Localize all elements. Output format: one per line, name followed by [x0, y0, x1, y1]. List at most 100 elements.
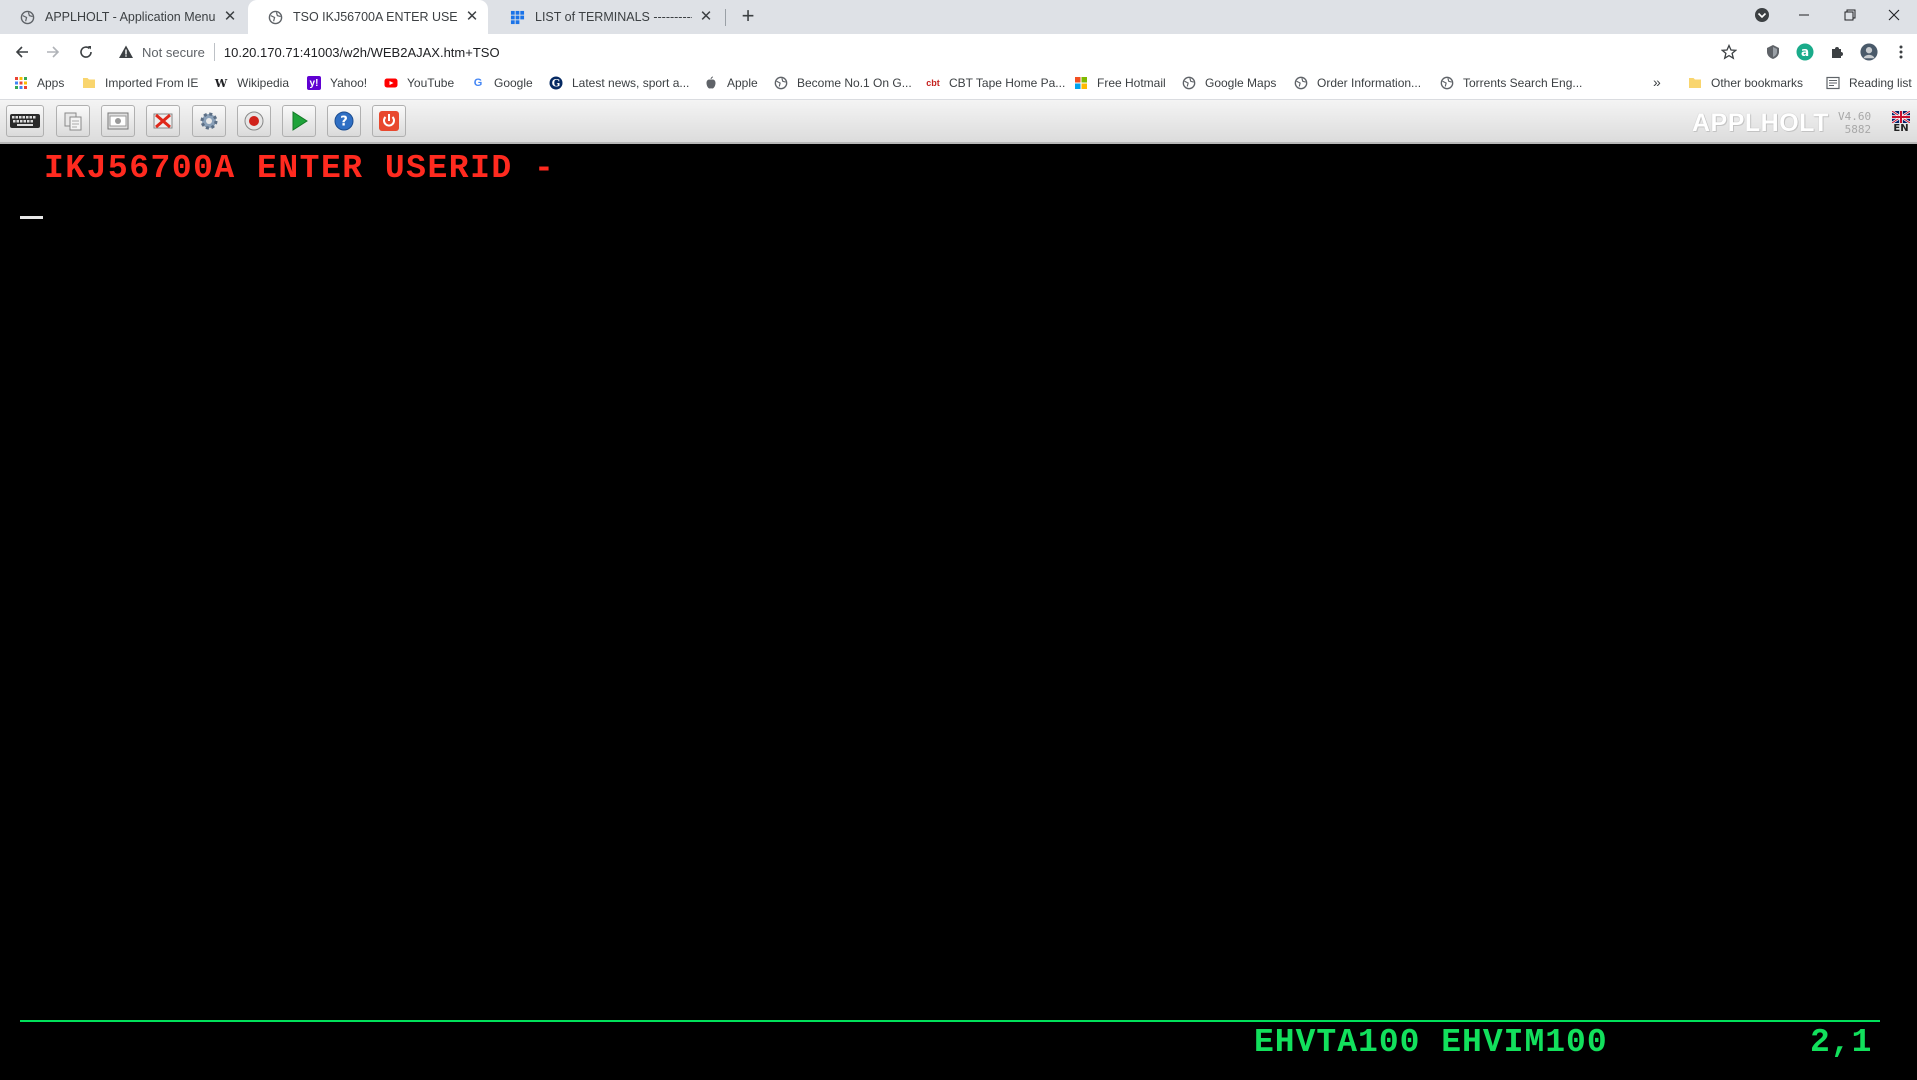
bookmarks-overflow-button[interactable]: »	[1653, 74, 1661, 90]
address-bar[interactable]: Not secure 10.20.170.71:41003/w2h/WEB2AJ…	[108, 38, 1748, 66]
bookmark-label: Reading list	[1849, 76, 1912, 90]
bookmark-label: Free Hotmail	[1097, 76, 1166, 90]
folder-icon	[83, 78, 95, 88]
close-tab-icon[interactable]: ✕	[222, 9, 238, 25]
folder-icon	[1689, 78, 1701, 88]
reading-list-icon	[1826, 76, 1840, 90]
tab-list-of-terminals[interactable]: LIST of TERMINALS ---------------- ✕	[490, 0, 722, 34]
extension-shield-button[interactable]	[1764, 43, 1782, 61]
reading-list-button[interactable]: Reading list	[1826, 76, 1912, 90]
minimize-button[interactable]	[1782, 0, 1826, 30]
app-version: V4.60 5882	[1838, 110, 1871, 136]
bookmark-label: CBT Tape Home Pa...	[949, 76, 1066, 90]
copy-button[interactable]	[56, 105, 90, 137]
security-status[interactable]: Not secure	[142, 45, 205, 60]
bookmark-label: Apps	[37, 76, 65, 90]
record-button[interactable]	[237, 105, 271, 137]
close-window-button[interactable]	[1872, 0, 1916, 30]
back-button[interactable]	[10, 40, 34, 64]
settings-button[interactable]	[192, 105, 226, 137]
profile-button[interactable]	[1860, 43, 1878, 61]
screenshot-button[interactable]	[101, 105, 135, 137]
avatar-icon	[1860, 43, 1878, 61]
arrow-left-icon	[15, 46, 28, 58]
bookmark-google-maps[interactable]: Google Maps	[1182, 76, 1276, 90]
power-button[interactable]	[372, 105, 406, 137]
terminal-screen[interactable]: IKJ56700A ENTER USERID - EHVTA100 EHVIM1…	[0, 144, 1917, 1080]
bookmark-apps[interactable]: Apps	[14, 76, 64, 90]
bookmark-wikipedia[interactable]: W Wikipedia	[214, 76, 289, 90]
version-number: V4.60	[1838, 110, 1872, 123]
forward-button[interactable]	[41, 40, 65, 64]
new-tab-button[interactable]: +	[736, 5, 760, 29]
app-brand-logo: APPLHOLT	[1692, 109, 1829, 137]
arrow-right-icon	[47, 46, 60, 58]
kebab-menu-icon	[1899, 45, 1903, 59]
disconnect-button[interactable]	[146, 105, 180, 137]
terminal-toolbar: ?	[0, 100, 1917, 144]
restore-icon	[1844, 9, 1856, 21]
bookmark-label: Google	[494, 76, 533, 90]
bookmark-latest-news[interactable]: G Latest news, sport a...	[549, 76, 689, 90]
extension-a-button[interactable]: a	[1796, 43, 1814, 61]
bookmark-order-information[interactable]: Order Information...	[1294, 76, 1421, 90]
globe-icon	[1440, 76, 1454, 90]
cbt-icon: cbt	[926, 78, 940, 88]
chevron-down-icon	[1755, 8, 1769, 22]
bookmark-label: Torrents Search Eng...	[1463, 76, 1583, 90]
wikipedia-icon: W	[214, 76, 228, 90]
bookmark-star-button[interactable]	[1720, 43, 1738, 61]
play-button[interactable]	[282, 105, 316, 137]
apps-grid-icon	[15, 77, 27, 89]
bookmark-label: Yahoo!	[330, 76, 368, 90]
browser-menu-button[interactable]	[1892, 43, 1910, 61]
disconnect-icon	[153, 113, 173, 129]
other-bookmarks-folder[interactable]: Other bookmarks	[1688, 76, 1803, 90]
url-text[interactable]: 10.20.170.71:41003/w2h/WEB2AJAX.htm+TSO	[224, 45, 500, 60]
help-button[interactable]: ?	[327, 105, 361, 137]
userid-prompt: IKJ56700A ENTER USERID -	[44, 150, 556, 187]
tab-search-button[interactable]	[1740, 0, 1784, 30]
reload-button[interactable]	[74, 40, 98, 64]
bookmark-cbt-tape[interactable]: cbt CBT Tape Home Pa...	[926, 76, 1065, 90]
close-tab-icon[interactable]: ✕	[698, 9, 714, 25]
input-cursor[interactable]	[20, 216, 43, 219]
extensions-button[interactable]	[1828, 43, 1846, 61]
reload-icon	[80, 46, 92, 58]
bookmark-label: Imported From IE	[105, 76, 199, 90]
bookmarks-bar: Apps Imported From IE W Wikipedia y! Yah…	[0, 70, 1917, 100]
globe-icon	[268, 10, 283, 24]
bookmark-youtube[interactable]: YouTube	[384, 76, 454, 90]
uk-flag-icon	[1892, 111, 1910, 123]
microsoft-icon	[1075, 77, 1087, 89]
keyboard-button[interactable]	[6, 105, 44, 137]
puzzle-icon	[1832, 47, 1843, 58]
tab-applholt-menu[interactable]: APPLHOLT - Application Menu ✕	[0, 0, 246, 34]
guardian-icon: G	[549, 76, 563, 90]
restore-button[interactable]	[1828, 0, 1872, 30]
omnibox-divider	[213, 43, 215, 61]
bookmark-label: YouTube	[407, 76, 455, 90]
bookmark-become-no1[interactable]: Become No.1 On G...	[774, 76, 912, 90]
google-icon: G	[473, 77, 483, 89]
bookmark-label: Order Information...	[1317, 76, 1422, 90]
bookmark-apple[interactable]: Apple	[704, 76, 758, 90]
bookmark-label: Latest news, sport a...	[572, 76, 690, 90]
close-icon	[1888, 9, 1900, 21]
bookmark-free-hotmail[interactable]: Free Hotmail	[1074, 76, 1166, 90]
star-icon	[1721, 44, 1737, 60]
bookmark-folder-imported[interactable]: Imported From IE	[82, 76, 198, 90]
tab-tso-userid[interactable]: TSO IKJ56700A ENTER USERID - ✕	[248, 0, 488, 34]
play-icon	[292, 111, 308, 131]
bookmark-google[interactable]: G Google	[471, 76, 533, 90]
bookmark-yahoo[interactable]: y! Yahoo!	[307, 76, 367, 90]
warning-icon	[119, 45, 133, 58]
language-selector[interactable]: EN	[1891, 110, 1911, 138]
language-code: EN	[1893, 123, 1909, 134]
keyboard-icon	[10, 114, 40, 128]
bookmark-torrents-search[interactable]: Torrents Search Eng...	[1440, 76, 1582, 90]
minimize-icon	[1799, 14, 1809, 16]
shield-icon	[1767, 45, 1779, 59]
close-tab-icon[interactable]: ✕	[464, 9, 480, 25]
tab-divider	[725, 9, 726, 26]
